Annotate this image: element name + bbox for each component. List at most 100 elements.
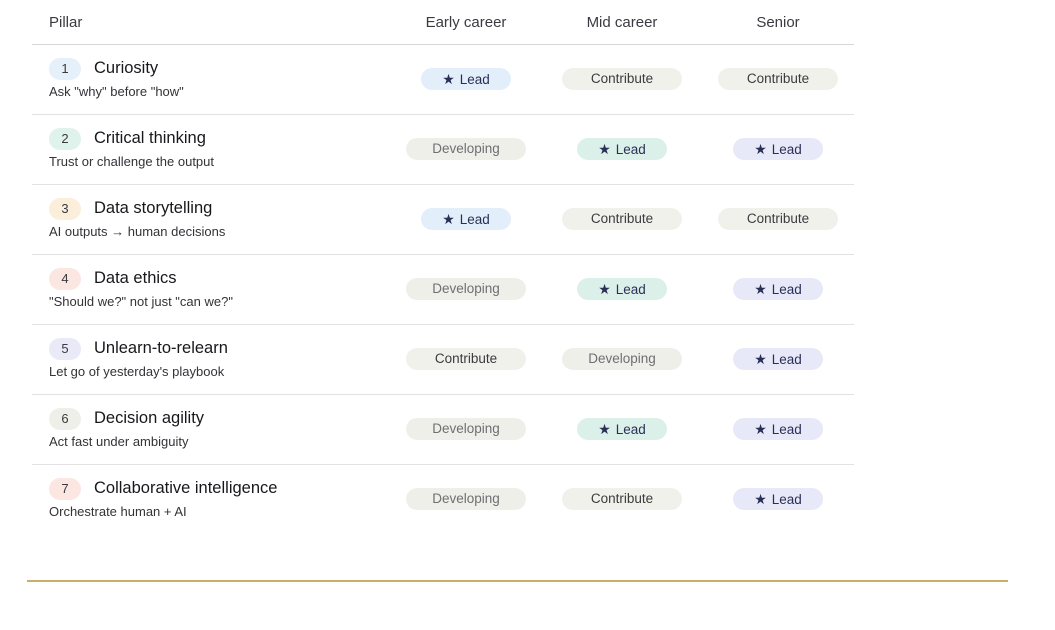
pillar-subtitle: "Should we?" not just "can we?" [49,294,233,309]
senior-career-cell: Contribute [700,207,856,231]
pillar-subtitle: Ask "why" before "how" [49,84,184,99]
mid-career-cell: Contribute [544,207,700,231]
badge-label: Lead [615,422,646,437]
pillar-title: Collaborative intelligence [94,479,278,497]
badge-label: Developing [432,491,500,506]
badge-label: Developing [432,281,500,296]
lead-badge: ★ Lead [577,418,667,440]
table-row: 2 Critical thinking Trust or challenge the… [32,115,854,185]
pillar-title: Decision agility [94,409,205,427]
mid-career-cell: Developing [544,347,700,371]
star-icon: ★ [754,491,767,507]
star-icon: ★ [442,71,455,87]
badge-label: Lead [771,282,802,297]
badge-label: Lead [615,142,646,157]
badge-label: Contribute [746,71,810,86]
early-career-cell: Developing [388,277,544,301]
developing-badge: Developing [406,278,526,300]
badge-label: Lead [615,282,646,297]
pillar-subtitle: Act fast under ambiguity [49,434,189,449]
developing-badge: Developing [406,138,526,160]
developing-badge: Developing [562,348,682,370]
badge-label: Contribute [434,351,498,366]
badge-label: Contribute [746,211,810,226]
table-row: 7 Collaborative intelligence Orchestrate h… [32,465,854,534]
lead-badge: ★ Lead [733,278,823,300]
senior-career-cell: ★ Lead [700,137,856,161]
mid-career-cell: Contribute [544,67,700,91]
lead-badge: ★ Lead [733,418,823,440]
badge-label: Lead [459,212,490,227]
page: Pillar Early career Mid career Senior 1 C… [0,0,1055,630]
badge-label: Developing [588,351,656,366]
contribute-badge: Contribute [718,208,838,230]
badge-label: Developing [432,141,500,156]
star-icon: ★ [598,281,611,297]
badge-label: Lead [771,422,802,437]
early-career-cell: Contribute [388,347,544,371]
pillar-matrix-table: Pillar Early career Mid career Senior 1 C… [32,0,854,534]
star-icon: ★ [754,421,767,437]
senior-career-cell: ★ Lead [700,347,856,371]
star-icon: ★ [754,141,767,157]
senior-career-cell: ★ Lead [700,277,856,301]
header-pillar: Pillar [49,14,83,31]
lead-badge: ★ Lead [421,68,511,90]
lead-badge: ★ Lead [733,348,823,370]
star-icon: ★ [442,211,455,227]
contribute-badge: Contribute [562,68,682,90]
pillar-subtitle: Orchestrate human + AI [49,504,187,519]
contribute-badge: Contribute [562,488,682,510]
early-career-cell: Developing [388,417,544,441]
pillar-number-badge: 6 [49,408,81,430]
pillar-number-badge: 4 [49,268,81,290]
header-senior: Senior [756,14,800,31]
table-row: 4 Data ethics "Should we?" not just "can w… [32,255,854,325]
pillar-title: Data ethics [94,269,177,287]
badge-label: Lead [771,142,802,157]
mid-career-cell: ★ Lead [544,277,700,301]
star-icon: ★ [598,421,611,437]
lead-badge: ★ Lead [577,138,667,160]
badge-label: Contribute [590,71,654,86]
pillar-number-badge: 7 [49,478,81,500]
lead-badge: ★ Lead [421,208,511,230]
bottom-divider [27,580,1008,582]
pillar-title: Critical thinking [94,129,206,147]
pillar-subtitle: Let go of yesterday's playbook [49,364,225,379]
table-header: Pillar Early career Mid career Senior [32,0,854,45]
star-icon: ★ [754,281,767,297]
senior-career-cell: ★ Lead [700,487,856,511]
pillar-title: Data storytelling [94,199,213,217]
table-body: 1 Curiosity Ask "why" before "how" ★ Lead Con… [32,45,854,534]
pillar-subtitle: Trust or challenge the output [49,154,215,169]
pillar-subtitle: AI outputs → human decisions [49,224,226,239]
contribute-badge: Contribute [406,348,526,370]
pillar-number-badge: 5 [49,338,81,360]
badge-label: Developing [432,421,500,436]
star-icon: ★ [598,141,611,157]
pillar-number-badge: 2 [49,128,81,150]
developing-badge: Developing [406,418,526,440]
table-row: 3 Data storytelling AI outputs → human dec… [32,185,854,255]
developing-badge: Developing [406,488,526,510]
badge-label: Lead [771,352,802,367]
lead-badge: ★ Lead [733,138,823,160]
early-career-cell: ★ Lead [388,67,544,91]
pillar-title: Unlearn-to-relearn [94,339,228,357]
early-career-cell: Developing [388,487,544,511]
contribute-badge: Contribute [562,208,682,230]
table-row: 1 Curiosity Ask "why" before "how" ★ Lead Con… [32,45,854,115]
pillar-number-badge: 3 [49,198,81,220]
lead-badge: ★ Lead [577,278,667,300]
star-icon: ★ [754,351,767,367]
early-career-cell: Developing [388,137,544,161]
header-mid-career: Mid career [586,14,658,31]
lead-badge: ★ Lead [733,488,823,510]
mid-career-cell: ★ Lead [544,137,700,161]
pillar-number-badge: 1 [49,58,81,80]
mid-career-cell: Contribute [544,487,700,511]
contribute-badge: Contribute [718,68,838,90]
badge-label: Lead [771,492,802,507]
mid-career-cell: ★ Lead [544,417,700,441]
